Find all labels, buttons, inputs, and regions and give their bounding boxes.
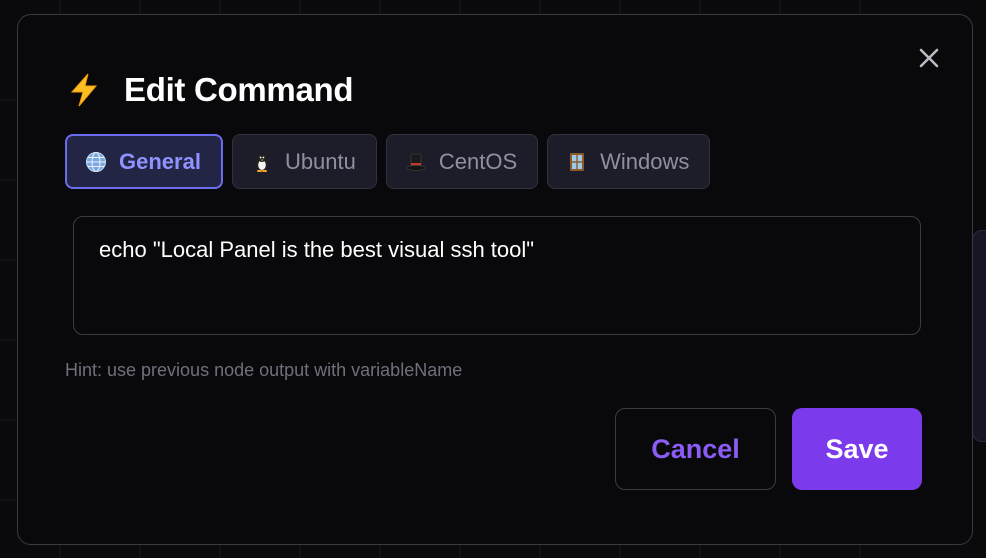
globe-icon	[86, 151, 106, 172]
cancel-button[interactable]: Cancel	[615, 408, 776, 490]
os-tabs: General Ubuntu CentOS Windows	[65, 134, 711, 189]
tab-label: General	[119, 148, 201, 174]
window-icon	[570, 152, 585, 171]
lightning-icon	[70, 73, 98, 107]
background-node-card	[972, 230, 986, 442]
command-input[interactable]: echo "Local Panel is the best visual ssh…	[73, 216, 921, 335]
tab-ubuntu[interactable]: Ubuntu	[231, 134, 377, 189]
tab-general[interactable]: General	[65, 134, 223, 189]
tab-label: Windows	[600, 148, 690, 174]
tab-windows[interactable]: Windows	[547, 134, 711, 189]
tab-centos[interactable]: CentOS	[385, 134, 539, 189]
dialog-title: Edit Command	[124, 71, 354, 108]
penguin-icon	[255, 153, 268, 172]
dialog-header: Edit Command	[66, 71, 354, 109]
top-hat-icon	[406, 153, 426, 171]
hint-text: Hint: use previous node output with vari…	[65, 360, 463, 380]
tab-label: CentOS	[438, 148, 518, 174]
tab-label: Ubuntu	[284, 148, 356, 174]
close-icon[interactable]	[916, 45, 942, 71]
edit-command-dialog: Edit Command General Ubuntu CentOS Windo…	[17, 14, 973, 545]
save-button[interactable]: Save	[792, 408, 922, 490]
